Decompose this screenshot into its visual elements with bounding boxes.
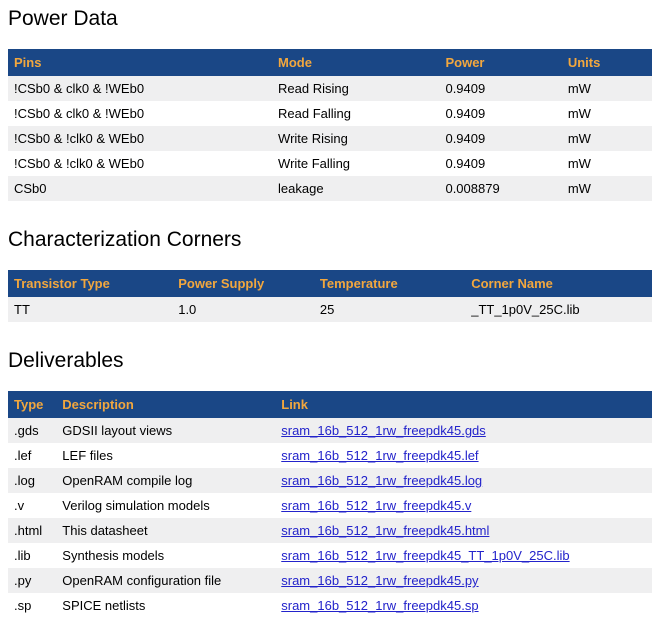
power-supply-cell: 1.0 — [172, 297, 314, 322]
link-cell: sram_16b_512_1rw_freepdk45.v — [275, 493, 652, 518]
file-type-cell: .log — [8, 468, 56, 493]
deliverable-link-lef[interactable]: sram_16b_512_1rw_freepdk45.lef — [281, 448, 478, 463]
file-type-cell: .lib — [8, 543, 56, 568]
table-row: TT 1.0 25 _TT_1p0V_25C.lib — [8, 297, 652, 322]
power-cell: 0.9409 — [439, 126, 561, 151]
datasheet-page: Power Data Pins Mode Power Units !CSb0 &… — [8, 8, 652, 618]
power-cell: 0.008879 — [439, 176, 561, 201]
link-cell: sram_16b_512_1rw_freepdk45.lef — [275, 443, 652, 468]
table-row: .py OpenRAM configuration file sram_16b_… — [8, 568, 652, 593]
mode-cell: Write Rising — [272, 126, 439, 151]
mode-cell: Read Falling — [272, 101, 439, 126]
file-type-cell: .py — [8, 568, 56, 593]
pins-cell: !CSb0 & !clk0 & WEb0 — [8, 151, 272, 176]
corner-name-cell: _TT_1p0V_25C.lib — [465, 297, 652, 322]
link-cell: sram_16b_512_1rw_freepdk45.log — [275, 468, 652, 493]
column-header-units: Units — [562, 49, 652, 76]
link-cell: sram_16b_512_1rw_freepdk45.sp — [275, 593, 652, 618]
column-header-type: Type — [8, 391, 56, 418]
units-cell: mW — [562, 151, 652, 176]
pins-cell: !CSb0 & !clk0 & WEb0 — [8, 126, 272, 151]
table-row: .v Verilog simulation models sram_16b_51… — [8, 493, 652, 518]
column-header-description: Description — [56, 391, 275, 418]
table-row: !CSb0 & clk0 & !WEb0 Read Falling 0.9409… — [8, 101, 652, 126]
description-cell: OpenRAM compile log — [56, 468, 275, 493]
mode-cell: leakage — [272, 176, 439, 201]
column-header-mode: Mode — [272, 49, 439, 76]
description-cell: Verilog simulation models — [56, 493, 275, 518]
file-type-cell: .sp — [8, 593, 56, 618]
pins-cell: CSb0 — [8, 176, 272, 201]
table-row: .gds GDSII layout views sram_16b_512_1rw… — [8, 418, 652, 443]
table-row: .lef LEF files sram_16b_512_1rw_freepdk4… — [8, 443, 652, 468]
deliverable-link-lib[interactable]: sram_16b_512_1rw_freepdk45_TT_1p0V_25C.l… — [281, 548, 569, 563]
table-row: !CSb0 & !clk0 & WEb0 Write Rising 0.9409… — [8, 126, 652, 151]
section-title-deliverables: Deliverables — [8, 350, 652, 372]
link-cell: sram_16b_512_1rw_freepdk45_TT_1p0V_25C.l… — [275, 543, 652, 568]
power-cell: 0.9409 — [439, 101, 561, 126]
power-cell: 0.9409 — [439, 151, 561, 176]
power-table-header: Pins Mode Power Units — [8, 49, 652, 76]
file-type-cell: .lef — [8, 443, 56, 468]
description-cell: OpenRAM configuration file — [56, 568, 275, 593]
column-header-transistor-type: Transistor Type — [8, 270, 172, 297]
file-type-cell: .gds — [8, 418, 56, 443]
table-row: .log OpenRAM compile log sram_16b_512_1r… — [8, 468, 652, 493]
units-cell: mW — [562, 101, 652, 126]
table-row: .html This datasheet sram_16b_512_1rw_fr… — [8, 518, 652, 543]
deliverable-link-py[interactable]: sram_16b_512_1rw_freepdk45.py — [281, 573, 478, 588]
description-cell: GDSII layout views — [56, 418, 275, 443]
corners-table-header: Transistor Type Power Supply Temperature… — [8, 270, 652, 297]
column-header-pins: Pins — [8, 49, 272, 76]
description-cell: This datasheet — [56, 518, 275, 543]
pins-cell: !CSb0 & clk0 & !WEb0 — [8, 76, 272, 101]
deliverable-link-gds[interactable]: sram_16b_512_1rw_freepdk45.gds — [281, 423, 486, 438]
table-row: !CSb0 & clk0 & !WEb0 Read Rising 0.9409 … — [8, 76, 652, 101]
file-type-cell: .html — [8, 518, 56, 543]
table-row: !CSb0 & !clk0 & WEb0 Write Falling 0.940… — [8, 151, 652, 176]
column-header-power-supply: Power Supply — [172, 270, 314, 297]
link-cell: sram_16b_512_1rw_freepdk45.py — [275, 568, 652, 593]
deliverable-link-log[interactable]: sram_16b_512_1rw_freepdk45.log — [281, 473, 482, 488]
description-cell: SPICE netlists — [56, 593, 275, 618]
column-header-link: Link — [275, 391, 652, 418]
deliverable-link-html[interactable]: sram_16b_512_1rw_freepdk45.html — [281, 523, 489, 538]
units-cell: mW — [562, 126, 652, 151]
column-header-corner-name: Corner Name — [465, 270, 652, 297]
description-cell: Synthesis models — [56, 543, 275, 568]
temperature-cell: 25 — [314, 297, 465, 322]
units-cell: mW — [562, 176, 652, 201]
file-type-cell: .v — [8, 493, 56, 518]
section-title-power-data: Power Data — [8, 8, 652, 30]
units-cell: mW — [562, 76, 652, 101]
deliverable-link-v[interactable]: sram_16b_512_1rw_freepdk45.v — [281, 498, 471, 513]
table-row: .lib Synthesis models sram_16b_512_1rw_f… — [8, 543, 652, 568]
column-header-power: Power — [439, 49, 561, 76]
pins-cell: !CSb0 & clk0 & !WEb0 — [8, 101, 272, 126]
power-cell: 0.9409 — [439, 76, 561, 101]
mode-cell: Read Rising — [272, 76, 439, 101]
transistor-type-cell: TT — [8, 297, 172, 322]
deliverables-table: Type Description Link .gds GDSII layout … — [8, 391, 652, 618]
power-data-table: Pins Mode Power Units !CSb0 & clk0 & !WE… — [8, 49, 652, 201]
deliverables-table-header: Type Description Link — [8, 391, 652, 418]
description-cell: LEF files — [56, 443, 275, 468]
deliverable-link-sp[interactable]: sram_16b_512_1rw_freepdk45.sp — [281, 598, 478, 613]
table-row: CSb0 leakage 0.008879 mW — [8, 176, 652, 201]
column-header-temperature: Temperature — [314, 270, 465, 297]
characterization-corners-table: Transistor Type Power Supply Temperature… — [8, 270, 652, 322]
link-cell: sram_16b_512_1rw_freepdk45.html — [275, 518, 652, 543]
table-row: .sp SPICE netlists sram_16b_512_1rw_free… — [8, 593, 652, 618]
link-cell: sram_16b_512_1rw_freepdk45.gds — [275, 418, 652, 443]
mode-cell: Write Falling — [272, 151, 439, 176]
section-title-characterization-corners: Characterization Corners — [8, 229, 652, 251]
